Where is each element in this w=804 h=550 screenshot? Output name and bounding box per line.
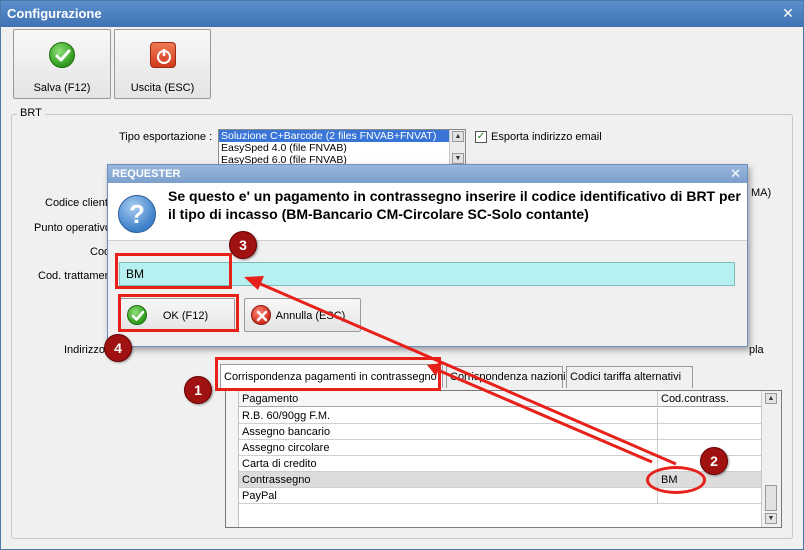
dialog-message-area: ? Se questo e' un pagamento in contrasse…: [108, 183, 747, 241]
tipo-option[interactable]: EasySped 4.0 (file FNVAB): [219, 142, 465, 154]
highlight-bm-ellipse: [646, 466, 706, 494]
partial-label-ma: MA): [751, 187, 772, 199]
cancel-button[interactable]: Annulla (ESC): [244, 298, 361, 332]
tipo-option[interactable]: Soluzione C+Barcode (2 files FNVAB+FNVAT…: [219, 130, 465, 142]
tab-corrispondenza-nazioni[interactable]: Corrispondenza nazioni: [446, 366, 566, 388]
header-pagamento[interactable]: Pagamento: [242, 393, 298, 405]
grid-header-row: Pagamento Cod.contrass.: [239, 391, 761, 407]
dialog-title: REQUESTER: [112, 168, 181, 180]
exit-button[interactable]: Uscita (ESC): [114, 29, 211, 99]
annotation-badge-1: 1: [184, 376, 212, 404]
checkmark-icon: [49, 42, 75, 68]
cell-pagamento: Contrassegno: [242, 474, 311, 486]
pagamenti-grid[interactable]: Pagamento Cod.contrass. R.B. 60/90gg F.M…: [225, 390, 782, 528]
highlight-ok-box: [118, 294, 239, 332]
dialog-close-icon[interactable]: ✕: [730, 166, 741, 182]
cell-cod[interactable]: [657, 424, 761, 440]
table-row[interactable]: R.B. 60/90gg F.M.: [239, 408, 761, 424]
window-title: Configurazione: [7, 6, 102, 21]
cell-pagamento: PayPal: [242, 490, 277, 502]
save-button-label: Salva (F12): [33, 82, 91, 94]
grid-scrollbar[interactable]: ▲ ▼: [761, 391, 781, 527]
window-titlebar: Configurazione ✕: [1, 1, 803, 27]
partial-label-pla: pla: [749, 344, 764, 356]
tipo-esportazione-label: Tipo esportazione :: [119, 131, 213, 143]
cell-pagamento: Assegno circolare: [242, 442, 330, 454]
scroll-down-icon[interactable]: ▼: [452, 153, 464, 164]
dialog-message: Se questo e' un pagamento in contrassegn…: [168, 188, 741, 222]
grid-row-indicator-column: [226, 391, 239, 527]
cell-pagamento: R.B. 60/90gg F.M.: [242, 410, 331, 422]
cell-pagamento: Carta di credito: [242, 458, 317, 470]
highlight-tab-box: [215, 357, 441, 391]
scroll-up-icon[interactable]: ▲: [765, 393, 777, 404]
indirizzo-label: Indirizzo: [64, 344, 105, 356]
punto-operativo-label: Punto operativo: [34, 222, 112, 234]
esporta-email-checkbox[interactable]: ✓: [475, 131, 487, 143]
tab-codici-tariffa[interactable]: Codici tariffa alternativi: [566, 366, 693, 388]
listbox-scrollbar[interactable]: ▲ ▼: [449, 130, 465, 166]
tipo-esportazione-listbox[interactable]: Soluzione C+Barcode (2 files FNVAB+FNVAT…: [218, 129, 466, 167]
exit-button-label: Uscita (ESC): [130, 82, 195, 94]
table-row[interactable]: Assegno bancario: [239, 424, 761, 440]
save-button[interactable]: Salva (F12): [13, 29, 111, 99]
cancel-button-label: Annulla (ESC): [275, 310, 346, 322]
cod-trattamento-label: Cod. trattamen: [38, 270, 111, 282]
power-icon: [149, 42, 176, 68]
annotation-badge-3: 3: [229, 231, 257, 259]
cell-pagamento: Assegno bancario: [242, 426, 331, 438]
dialog-titlebar: REQUESTER ✕: [108, 165, 747, 183]
brt-group-title: BRT: [17, 107, 45, 119]
annotation-badge-4: 4: [104, 334, 132, 362]
codice-cliente-label: Codice cliente: [45, 197, 115, 209]
table-row[interactable]: Assegno circolare: [239, 440, 761, 456]
question-icon: ?: [118, 195, 156, 233]
cell-cod[interactable]: [657, 408, 761, 424]
scroll-thumb[interactable]: [765, 485, 777, 511]
window-close-icon[interactable]: ✕: [779, 4, 797, 22]
header-cod-contrass[interactable]: Cod.contrass.: [657, 391, 761, 407]
annotation-badge-2: 2: [700, 447, 728, 475]
esporta-email-label: Esporta indirizzo email: [491, 131, 602, 143]
highlight-input-box: [115, 253, 232, 289]
scroll-down-icon[interactable]: ▼: [765, 513, 777, 524]
scroll-up-icon[interactable]: ▲: [452, 131, 464, 142]
